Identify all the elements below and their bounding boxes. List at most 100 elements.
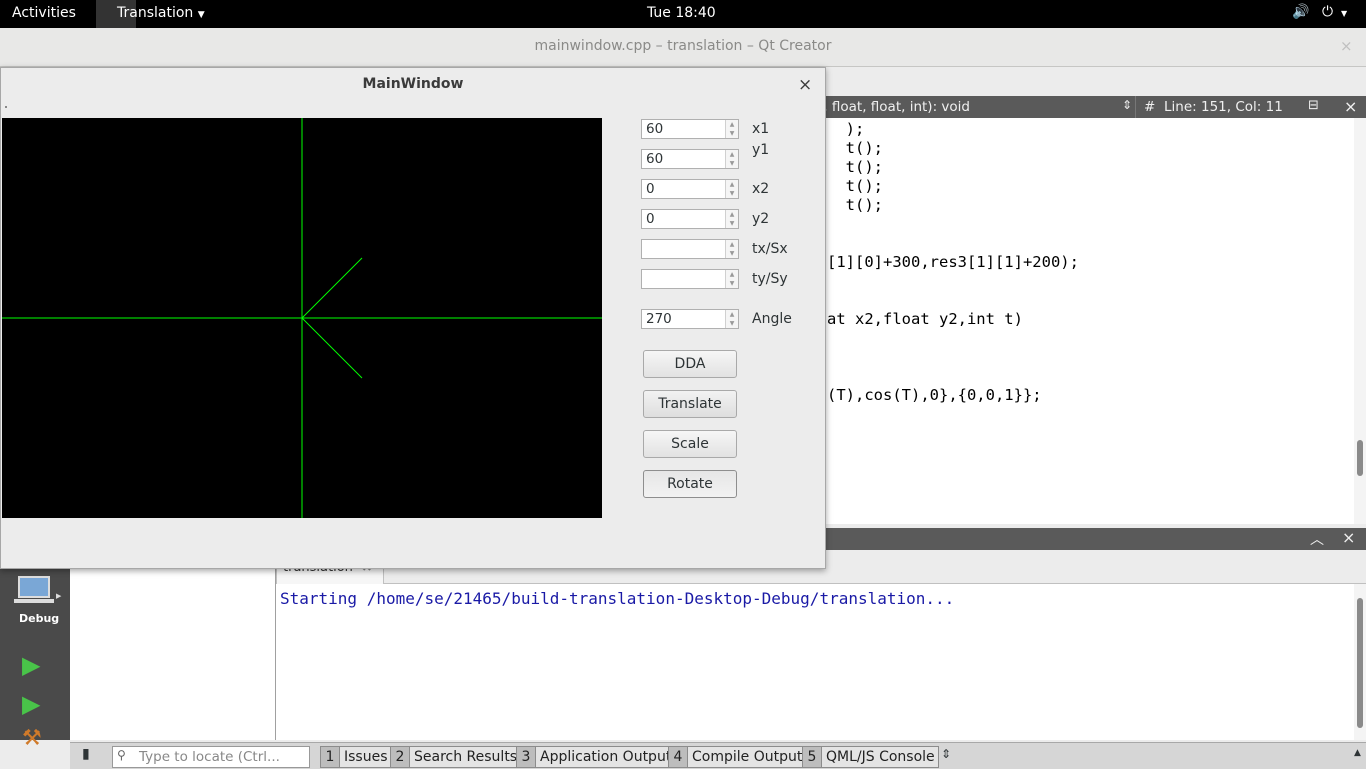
- tab-search-results[interactable]: 2 Search Results: [390, 746, 522, 768]
- editor-scrollbar[interactable]: [1354, 118, 1366, 524]
- ty-spinbox[interactable]: ▲ ▼: [641, 269, 739, 289]
- dda-button[interactable]: DDA: [643, 350, 737, 378]
- code-line: t();: [827, 177, 883, 195]
- rotate-button[interactable]: Rotate: [643, 470, 737, 498]
- tab-issues[interactable]: 1 Issues: [320, 746, 392, 768]
- line-col-indicator[interactable]: Line: 151, Col: 11: [1164, 99, 1283, 115]
- run-icon[interactable]: ▶: [22, 651, 40, 679]
- spin-arrows[interactable]: ▲ ▼: [725, 240, 738, 258]
- tab-label: Issues: [344, 749, 388, 765]
- hash-icon: #: [1144, 99, 1156, 115]
- spin-arrows[interactable]: ▲ ▼: [725, 120, 738, 138]
- ty-input[interactable]: [642, 270, 726, 288]
- tab-number: 1: [321, 747, 340, 767]
- locator-placeholder: Type to locate (Ctrl...: [139, 749, 280, 765]
- divider: [1135, 96, 1136, 118]
- status-bar: ▮ ⚲ Type to locate (Ctrl... 1 Issues 2 Sea…: [70, 742, 1366, 769]
- tab-label: Search Results: [414, 749, 518, 765]
- tab-number: 2: [391, 747, 410, 767]
- activities-button[interactable]: Activities: [12, 5, 76, 21]
- tab-application-output[interactable]: 3 Application Output: [516, 746, 676, 768]
- drawn-line-upper: [301, 257, 363, 319]
- code-line: );: [827, 120, 865, 138]
- code-line: at x2,float y2,int t): [827, 310, 1023, 328]
- tx-spinbox[interactable]: ▲ ▼: [641, 239, 739, 259]
- tab-label: Application Output: [540, 749, 672, 765]
- code-line: [1][0]+300,res3[1][1]+200);: [827, 253, 1079, 271]
- spin-arrows[interactable]: ▲ ▼: [725, 150, 738, 168]
- chevron-up-icon[interactable]: ︿: [1310, 529, 1324, 549]
- tab-compile-output[interactable]: 4 Compile Output: [668, 746, 807, 768]
- tab-label: Compile Output: [692, 749, 803, 765]
- tx-label: tx/Sx: [752, 241, 788, 257]
- y2-label: y2: [752, 211, 770, 227]
- monitor-icon[interactable]: [18, 576, 50, 598]
- function-combo[interactable]: t, float, float, int): void: [818, 99, 970, 115]
- x1-input[interactable]: [642, 120, 726, 138]
- angle-input[interactable]: [642, 310, 726, 328]
- chevron-right-icon: ▶: [56, 592, 62, 600]
- y1-input[interactable]: [642, 150, 726, 168]
- combo-arrows-icon: ⇕: [1122, 98, 1133, 112]
- monitor-base: [14, 599, 54, 603]
- close-icon[interactable]: ×: [1340, 37, 1353, 55]
- code-editor[interactable]: ); t(); t(); t(); t(); [1][0]+300,res3[1…: [824, 118, 1354, 524]
- locator-input[interactable]: ⚲ Type to locate (Ctrl...: [112, 746, 310, 768]
- x1-label: x1: [752, 121, 770, 137]
- x2-spinbox[interactable]: ▲▼: [641, 179, 739, 199]
- editor-toolbar: t, float, float, int): void ⇕ # Line: 15…: [818, 96, 1366, 118]
- angle-label: Angle: [752, 311, 792, 327]
- y1-label: y1: [752, 142, 770, 158]
- tx-input[interactable]: [642, 240, 726, 258]
- left-pane: [70, 568, 276, 740]
- more-tabs-icon[interactable]: ⇕: [941, 747, 951, 761]
- spin-arrows[interactable]: ▲ ▼: [725, 270, 738, 288]
- split-icon[interactable]: ⊟: [1308, 98, 1319, 113]
- app-menu-label: Translation: [117, 5, 194, 21]
- window-title: mainwindow.cpp – translation – Qt Creato…: [534, 38, 832, 54]
- volume-icon[interactable]: 🔊: [1292, 4, 1309, 20]
- output-scrollbar[interactable]: [1354, 584, 1366, 740]
- scrollbar-thumb[interactable]: [1357, 440, 1363, 476]
- close-icon[interactable]: ×: [798, 75, 812, 95]
- y2-spinbox[interactable]: ▲▼: [641, 209, 739, 229]
- qt-creator-titlebar: mainwindow.cpp – translation – Qt Creato…: [0, 28, 1366, 67]
- spin-arrows[interactable]: ▲ ▼: [725, 180, 738, 198]
- chevron-down-icon[interactable]: ▼: [1341, 9, 1347, 18]
- tab-number: 3: [517, 747, 536, 767]
- code-line: t();: [827, 158, 883, 176]
- y1-spinbox[interactable]: ▲▼: [641, 149, 739, 169]
- app-menu[interactable]: Translation ▼: [117, 5, 205, 21]
- scrollbar-thumb[interactable]: [1357, 598, 1363, 728]
- build-hammer-icon[interactable]: ⚒: [22, 726, 42, 751]
- angle-spinbox[interactable]: ▲▼: [641, 309, 739, 329]
- tab-number: 5: [803, 747, 822, 767]
- spin-arrows[interactable]: ▲ ▼: [725, 310, 738, 328]
- debug-run-icon[interactable]: ▶: [22, 690, 40, 718]
- ty-label: ty/Sy: [752, 271, 788, 287]
- mainwindow-dialog: MainWindow × ▲▼ x1 ▲▼ y1 ▲▼ x2 ▲▼ y2 ▲▼ …: [0, 67, 826, 569]
- menubar-dot: [5, 106, 7, 108]
- clock[interactable]: Tue 18:40: [647, 5, 716, 21]
- close-icon[interactable]: ×: [1344, 97, 1357, 116]
- translate-button[interactable]: Translate: [643, 390, 737, 418]
- x1-spinbox[interactable]: ▲▼: [641, 119, 739, 139]
- spin-arrows[interactable]: ▲ ▼: [725, 210, 738, 228]
- power-icon[interactable]: ⏻: [1322, 4, 1333, 20]
- tab-label: QML/JS Console: [826, 749, 935, 765]
- drawn-line-lower: [301, 317, 363, 379]
- drawing-canvas[interactable]: [2, 118, 602, 518]
- sidebar-toggle-icon[interactable]: ▮: [82, 746, 90, 762]
- output-pane-header: ︿ ×: [824, 528, 1366, 550]
- y2-input[interactable]: [642, 210, 726, 228]
- application-output[interactable]: Starting /home/se/21465/build-translatio…: [276, 584, 1354, 740]
- debug-mode-label: Debug: [19, 612, 60, 625]
- tab-qml-console[interactable]: 5 QML/JS Console: [802, 746, 939, 768]
- code-line: (T),cos(T),0},{0,0,1}};: [827, 386, 1042, 404]
- chevron-down-icon: ▼: [197, 10, 205, 20]
- scale-button[interactable]: Scale: [643, 430, 737, 458]
- close-icon[interactable]: ×: [1342, 528, 1355, 547]
- chevron-up-icon[interactable]: ▲: [1354, 748, 1361, 758]
- x2-input[interactable]: [642, 180, 726, 198]
- code-line: t();: [827, 196, 883, 214]
